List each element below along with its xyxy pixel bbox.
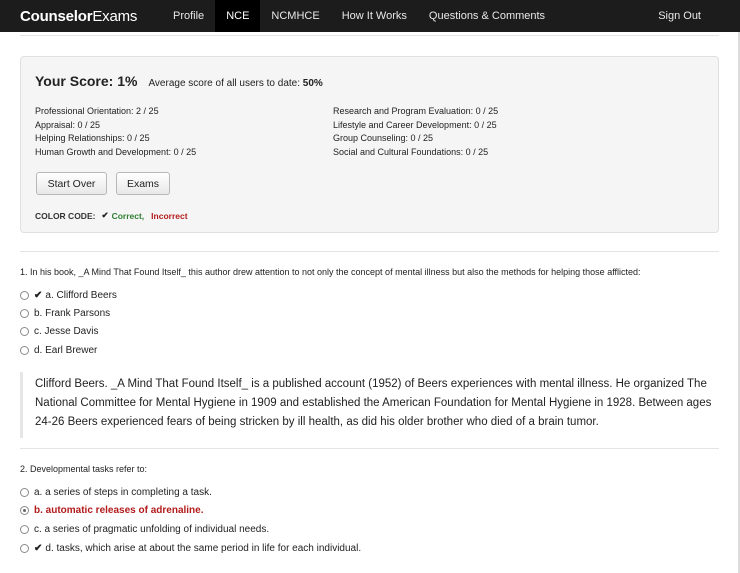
checkmark-icon: ✔ (34, 290, 43, 301)
exams-button[interactable]: Exams (116, 172, 170, 195)
nav-questions-comments[interactable]: Questions & Comments (418, 0, 556, 32)
category-scores-right: Research and Program Evaluation: 0 / 25 … (333, 105, 498, 159)
brand-rest: Exams (92, 7, 138, 25)
answer-option[interactable]: ✔ a. Clifford Beers (20, 290, 117, 301)
category-score: Social and Cultural Foundations: 0 / 25 (333, 146, 489, 157)
answer-label: c. Jesse Davis (34, 326, 99, 337)
category-score: Lifestyle and Career Development: 0 / 25 (333, 119, 497, 130)
category-score: Professional Orientation: 2 / 25 (35, 106, 159, 116)
checkmark-icon: ✔ (34, 543, 43, 554)
answer-option[interactable]: c. a series of pragmatic unfolding of in… (20, 524, 269, 535)
answer-option[interactable]: a. a series of steps in completing a tas… (20, 487, 212, 498)
checkmark-icon: ✔ (101, 210, 109, 220)
answer-label: c. a series of pragmatic unfolding of in… (34, 524, 270, 535)
nav-profile[interactable]: Profile (162, 0, 215, 32)
category-score: Human Growth and Development: 0 / 25 (35, 146, 197, 157)
answer-label: a. a series of steps in completing a tas… (34, 487, 212, 498)
average-score-value: 50% (302, 78, 323, 89)
brand-bold: Counselor (20, 7, 93, 25)
color-code-label: COLOR CODE: (35, 210, 96, 221)
radio-button[interactable] (20, 488, 29, 497)
start-over-button[interactable]: Start Over (36, 172, 107, 195)
answer-label: b. Frank Parsons (34, 308, 111, 319)
brand-logo[interactable]: CounselorExams (20, 8, 162, 25)
correct-label: Correct, (111, 210, 145, 221)
radio-button[interactable] (20, 327, 29, 336)
category-score: Helping Relationships: 0 / 25 (35, 133, 150, 143)
top-navbar: CounselorExams Profile NCE NCMHCE How It… (0, 0, 740, 32)
answer-option[interactable]: ✔ d. tasks, which arise at about the sam… (20, 543, 361, 554)
average-score-label: Average score of all users to date: (148, 78, 301, 89)
radio-button[interactable] (20, 291, 29, 300)
answer-label: b. automatic releases of adrenaline. (34, 505, 204, 516)
question-text: 2. Developmental tasks refer to: (20, 464, 148, 474)
answer-explanation: Clifford Beers. _A Mind That Found Itsel… (20, 372, 719, 438)
answer-option[interactable]: d. Earl Brewer (20, 345, 97, 356)
incorrect-label: Incorrect (151, 210, 188, 221)
radio-button[interactable] (20, 544, 29, 553)
question-text: 1. In his book, _A Mind That Found Itsel… (20, 267, 641, 277)
average-score: Average score of all users to date: 50% (148, 78, 322, 89)
answer-label: a. Clifford Beers (45, 290, 117, 301)
answer-label: d. Earl Brewer (34, 345, 98, 356)
radio-button[interactable] (20, 309, 29, 318)
radio-button[interactable] (20, 525, 29, 534)
category-scores-left: Professional Orientation: 2 / 25 Apprais… (35, 105, 196, 159)
radio-button[interactable] (20, 506, 29, 515)
score-panel: Your Score: 1% Average score of all user… (20, 56, 719, 233)
nav-how-it-works[interactable]: How It Works (331, 0, 418, 32)
sign-out-link[interactable]: Sign Out (658, 0, 701, 32)
category-score: Research and Program Evaluation: 0 / 25 (333, 106, 499, 116)
color-code-legend: COLOR CODE: ✔ Correct, Incorrect (35, 210, 188, 221)
answer-option[interactable]: c. Jesse Davis (20, 326, 98, 337)
divider (20, 251, 719, 252)
nav-nce[interactable]: NCE (215, 0, 261, 32)
answer-option[interactable]: b. Frank Parsons (20, 308, 110, 319)
category-score: Group Counseling: 0 / 25 (333, 133, 434, 143)
category-score: Appraisal: 0 / 25 (35, 119, 101, 130)
answer-option-selected-incorrect[interactable]: b. automatic releases of adrenaline. (20, 505, 204, 516)
divider (20, 448, 719, 449)
radio-button[interactable] (20, 346, 29, 355)
nav-ncmhce[interactable]: NCMHCE (260, 0, 330, 32)
answer-label: d. tasks, which arise at about the same … (45, 543, 362, 554)
score-title: Your Score: 1% (35, 73, 138, 89)
divider (20, 35, 719, 36)
